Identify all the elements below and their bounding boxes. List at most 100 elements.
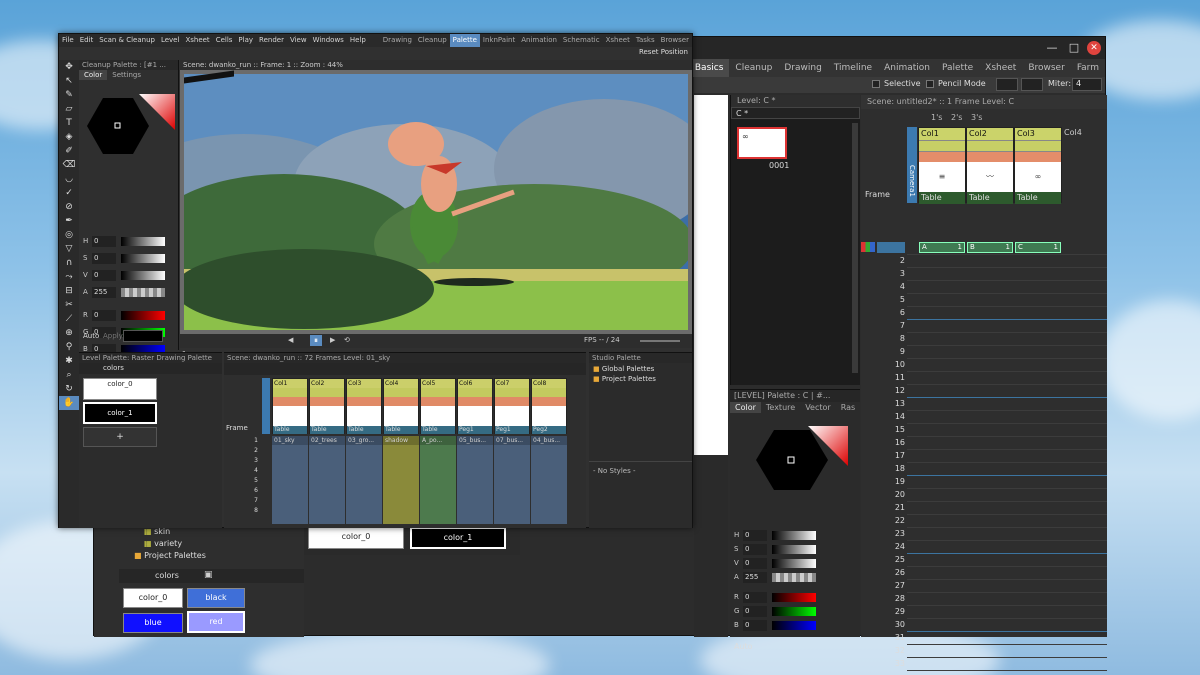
- frame-number[interactable]: 6: [244, 487, 258, 494]
- frame-number[interactable]: 25: [877, 555, 905, 564]
- frame-number[interactable]: 12: [877, 386, 905, 395]
- preview-toggle[interactable]: [1015, 140, 1061, 151]
- slider-v[interactable]: V0: [83, 270, 175, 282]
- slider-track[interactable]: [772, 621, 816, 630]
- camstand-toggle[interactable]: [310, 397, 344, 406]
- room-cleanup[interactable]: Cleanup: [729, 59, 778, 77]
- xsheet-cell[interactable]: 02_trees: [309, 436, 345, 524]
- add-style-button[interactable]: +: [83, 427, 157, 447]
- magnet-tool-icon[interactable]: ∩: [59, 256, 79, 270]
- frame-number[interactable]: 16: [877, 438, 905, 447]
- maximize-icon[interactable]: □: [1067, 41, 1081, 55]
- zoom-tool-icon[interactable]: ⌕: [59, 368, 79, 382]
- camera-column[interactable]: [262, 378, 270, 434]
- xsheet-cell[interactable]: 05_bus...: [457, 436, 493, 524]
- room-inknpaint[interactable]: InknPaint: [480, 34, 518, 47]
- column-header-col6[interactable]: Col6 Peg1: [457, 378, 493, 434]
- room-farm[interactable]: Farm: [1071, 59, 1105, 77]
- frame-number[interactable]: 20: [877, 490, 905, 499]
- cap-dropdown[interactable]: [996, 78, 1018, 91]
- preview-toggle[interactable]: [458, 388, 492, 397]
- slider-value-field[interactable]: 0: [92, 236, 116, 247]
- tape-tool-icon[interactable]: ◡: [59, 172, 79, 186]
- column-pegbar[interactable]: Table: [347, 426, 381, 434]
- frame-number[interactable]: 7: [244, 497, 258, 504]
- close-icon[interactable]: ✕: [1087, 41, 1101, 55]
- style-picker-tool-icon[interactable]: ✓: [59, 186, 79, 200]
- column-header-col4[interactable]: Col4: [1064, 128, 1082, 137]
- frame-number[interactable]: 33: [877, 659, 905, 668]
- frame-number[interactable]: 26: [877, 568, 905, 577]
- tracker-tool-icon[interactable]: ⊕: [59, 326, 79, 340]
- palette-chip-color-1[interactable]: color_1: [83, 402, 157, 424]
- frame-number[interactable]: 11: [877, 373, 905, 382]
- preview-toggle[interactable]: [347, 388, 381, 397]
- plastic-tool-icon[interactable]: ✱: [59, 354, 79, 368]
- slider-track[interactable]: [772, 531, 816, 540]
- slider-track[interactable]: [121, 288, 165, 297]
- preview-toggle[interactable]: [421, 388, 455, 397]
- column-header-col5[interactable]: Col5 Table: [420, 378, 456, 434]
- palette-chip-black[interactable]: black: [187, 588, 245, 608]
- column-header-col1[interactable]: Col1 Table: [272, 378, 308, 434]
- fps-slider[interactable]: [640, 340, 680, 342]
- menu-help[interactable]: Help: [347, 34, 369, 47]
- frame-number[interactable]: 10: [877, 360, 905, 369]
- tab-color[interactable]: Color: [730, 402, 761, 413]
- column-header-col3[interactable]: Col3 ∞ Table: [1014, 127, 1062, 204]
- slider-track[interactable]: [772, 545, 816, 554]
- frame-number[interactable]: 2: [877, 256, 905, 265]
- slider-value-field[interactable]: 0: [92, 253, 116, 264]
- palette-tree-item[interactable]: ■ Project Palettes: [134, 551, 206, 560]
- slider-value-field[interactable]: 0: [743, 592, 767, 603]
- slider-track[interactable]: [121, 237, 165, 246]
- tab-texture[interactable]: Texture: [761, 402, 800, 413]
- column-pegbar[interactable]: Table: [1015, 192, 1061, 204]
- tab-settings[interactable]: Settings: [107, 70, 146, 80]
- camstand-toggle[interactable]: [347, 397, 381, 406]
- frame-number[interactable]: 31: [877, 633, 905, 642]
- slider-track[interactable]: [772, 607, 816, 616]
- menu-render[interactable]: Render: [256, 34, 287, 47]
- frame-number[interactable]: 13: [877, 399, 905, 408]
- palette-tree-item[interactable]: ▦ skin: [144, 527, 170, 536]
- tab-color[interactable]: Color: [79, 70, 108, 80]
- column-header-col3[interactable]: Col3 Table: [346, 378, 382, 434]
- hue-hexagon-picker[interactable]: [81, 86, 177, 166]
- frame-number[interactable]: 2: [244, 447, 258, 454]
- level-strip-frame-thumb[interactable]: ∞: [737, 127, 787, 159]
- slider-value-field[interactable]: 0: [92, 270, 116, 281]
- frame-number[interactable]: 9: [877, 347, 905, 356]
- minimize-icon[interactable]: —: [1045, 41, 1059, 55]
- column-header-col4[interactable]: Col4 Table: [383, 378, 419, 434]
- prev-frame-icon[interactable]: ◀: [288, 336, 293, 344]
- frame-tab-2s[interactable]: 2's: [951, 113, 962, 122]
- room-palette[interactable]: Palette: [936, 59, 979, 77]
- column-pegbar[interactable]: Table: [919, 192, 965, 204]
- slider-a[interactable]: A 255: [734, 572, 826, 584]
- slider-value-field[interactable]: 0: [92, 310, 116, 321]
- frame-tab-3s[interactable]: 3's: [971, 113, 982, 122]
- room-xsheet[interactable]: Xsheet: [979, 59, 1022, 77]
- column-pegbar[interactable]: Peg2: [532, 426, 566, 434]
- selection-tool-icon[interactable]: ↖: [59, 74, 79, 88]
- frame-number[interactable]: 21: [877, 503, 905, 512]
- frame-number[interactable]: 15: [877, 425, 905, 434]
- cutter-tool-icon[interactable]: ✂: [59, 298, 79, 312]
- frame-number[interactable]: 5: [877, 295, 905, 304]
- menu-xsheet[interactable]: Xsheet: [182, 34, 212, 47]
- room-cleanup[interactable]: Cleanup: [415, 34, 450, 47]
- xsheet-cell[interactable]: A_po...: [420, 436, 456, 524]
- slider-value-field[interactable]: 0: [743, 606, 767, 617]
- slider-h[interactable]: H0: [734, 530, 826, 542]
- level-strip-scrollbar[interactable]: [852, 123, 858, 373]
- room-xsheet[interactable]: Xsheet: [603, 34, 633, 47]
- slider-value-field[interactable]: 0: [743, 558, 767, 569]
- slider-r[interactable]: R0: [83, 310, 175, 322]
- rgb-picker-tool-icon[interactable]: ⊘: [59, 200, 79, 214]
- room-animation[interactable]: Animation: [878, 59, 936, 77]
- slider-v[interactable]: V0: [734, 558, 826, 570]
- frame-number[interactable]: 1: [244, 437, 258, 444]
- column-header-col7[interactable]: Col7 Peg1: [494, 378, 530, 434]
- preview-toggle[interactable]: [532, 388, 566, 397]
